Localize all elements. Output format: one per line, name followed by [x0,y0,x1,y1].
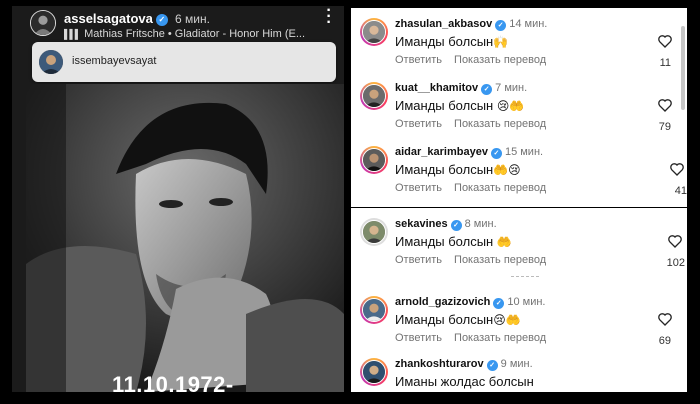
comment-item: sekavines ✓ 8 мин. Иманды болсын 🤲 Ответит… [351,208,687,277]
verified-icon: ✓ [155,14,168,26]
story-panel: asselsagatova ✓ 6 мин. · · · ▌▌▌ Mathias Fri… [12,6,344,392]
mention-sticker[interactable]: issembayevsayat [32,42,336,82]
like-count: 79 [658,121,671,133]
comment-emoji: 😢🤲 [493,313,521,327]
heart-outline-icon[interactable] [657,33,673,49]
like-count: 102 [666,257,685,269]
more-vertical-icon[interactable]: · · · [324,6,334,31]
comment-username-text[interactable]: zhasulan_akbasov [395,18,492,30]
translate-button[interactable]: Показать перевод [454,182,546,194]
comment-item: kuat__khamitov ✓ 7 мин. Иманды болсын 😢🤲 О… [351,72,687,136]
comment-username[interactable]: kuat__khamitov ✓ 7 мин. [395,82,527,95]
comment-emoji: 🤲😢 [493,163,521,177]
translate-button[interactable]: Показать перевод [454,54,546,66]
verified-icon: ✓ [486,360,498,371]
comment-text: Иманды болсын🤲😢 [395,162,521,177]
comment-body: Иманды болсын [395,34,494,49]
comments-panel-bottom: sekavines ✓ 8 мин. Иманды болсын 🤲 Ответит… [351,208,687,392]
verified-icon: ✓ [493,298,505,309]
comment-text: Иманды болсын😢🤲 [395,312,521,327]
comment-username-text[interactable]: aidar_karimbayev [395,146,488,158]
comments-panel-top: zhasulan_akbasov ✓ 14 мин. Иманды болсын🙌 … [351,8,687,207]
comment-avatar[interactable] [360,18,388,46]
comment-body: Иманды болсын [395,98,494,113]
story-username[interactable]: asselsagatova ✓ [64,11,168,26]
verified-icon: ✓ [490,148,502,159]
story-timestamp: 6 мин. [175,12,210,26]
comment-item: zhasulan_akbasov ✓ 14 мин. Иманды болсын🙌 … [351,8,687,72]
verified-icon: ✓ [495,20,507,31]
comment-emoji: 🙌 [493,35,509,49]
comment-body: Иманды болсын [395,312,494,327]
comment-username[interactable]: aidar_karimbayev ✓ 15 мин. [395,146,543,159]
translate-button[interactable]: Показать перевод [454,118,546,130]
comment-item: zhankoshturarov ✓ 9 мин. Иманы жолдас болс… [351,348,687,392]
reply-button[interactable]: Ответить [395,182,442,194]
comment-username-text[interactable]: zhankoshturarov [395,358,484,370]
comment-time: 14 мин. [509,18,548,30]
comment-actions: Ответить Показать перевод [395,54,558,66]
comment-item: aidar_karimbayev ✓ 15 мин. Иманды болсын🤲😢… [351,136,687,200]
comment-body: Иманды болсын [395,234,494,249]
comment-username-text[interactable]: arnold_gazizovich [395,296,490,308]
comment-actions: Ответить Показать перевод [395,254,558,266]
comment-body: Иманы жолдас болсын [395,374,534,389]
heart-outline-icon[interactable] [657,97,673,113]
heart-outline-icon[interactable] [657,311,673,327]
music-title: Mathias Fritsche • Gladiator - Honor Him… [84,28,305,40]
story-avatar[interactable] [30,10,56,36]
story-username-text[interactable]: asselsagatova [64,11,153,26]
memorial-date: 11.10.1972- [112,372,234,392]
comment-avatar[interactable] [360,146,388,174]
comment-time: 9 мин. [500,358,533,370]
verified-icon: ✓ [481,84,493,95]
comment-text: Иманды болсын 🤲 [395,234,512,249]
mention-avatar [39,50,63,74]
comment-username[interactable]: arnold_gazizovich ✓ 10 мин. [395,296,546,309]
comment-username[interactable]: zhankoshturarov ✓ 9 мин. [395,358,533,371]
comment-emoji: 🤲 [496,235,512,249]
reply-button[interactable]: Ответить [395,332,442,344]
comment-time: 7 мин. [495,82,528,94]
like-count: 69 [658,335,671,347]
story-music[interactable]: ▌▌▌ Mathias Fritsche • Gladiator - Honor … [64,28,305,40]
reply-button[interactable]: Ответить [395,54,442,66]
comment-avatar[interactable] [360,358,388,386]
translate-button[interactable]: Показать перевод [454,254,546,266]
heart-outline-icon[interactable] [669,161,685,177]
divider [511,276,539,277]
like-count: 11 [659,57,671,69]
comment-actions: Ответить Показать перевод [395,182,558,194]
comment-actions: Ответить Показать перевод [395,118,558,130]
comment-text: Иманды болсын🙌 [395,34,508,49]
comment-text: Иманды болсын 😢🤲 [395,98,524,113]
comment-avatar[interactable] [360,82,388,110]
comment-username[interactable]: sekavines ✓ 8 мин. [395,218,497,231]
comment-username[interactable]: zhasulan_akbasov ✓ 14 мин. [395,18,547,31]
comment-text: Иманы жолдас болсын [395,374,534,389]
comment-time: 15 мин. [504,146,544,158]
comment-item: arnold_gazizovich ✓ 10 мин. Иманды болсын😢… [351,286,687,350]
comment-emoji: 😢🤲 [496,99,525,113]
music-bars-icon: ▌▌▌ [64,29,81,39]
comment-username-text[interactable]: sekavines [395,218,448,230]
mention-username: issembayevsayat [72,55,157,67]
comment-avatar[interactable] [360,296,388,324]
like-count: 41 [674,185,687,197]
comment-actions: Ответить Показать перевод [395,332,558,344]
memorial-photo [26,84,344,392]
verified-icon: ✓ [450,220,462,231]
comment-time: 10 мин. [507,296,546,308]
comment-time: 8 мин. [464,218,497,230]
reply-button[interactable]: Ответить [395,118,442,130]
comment-body: Иманды болсын [395,162,494,177]
comment-avatar[interactable] [360,218,388,246]
reply-button[interactable]: Ответить [395,254,442,266]
translate-button[interactable]: Показать перевод [454,332,546,344]
heart-outline-icon[interactable] [667,233,683,249]
comment-username-text[interactable]: kuat__khamitov [395,82,478,94]
